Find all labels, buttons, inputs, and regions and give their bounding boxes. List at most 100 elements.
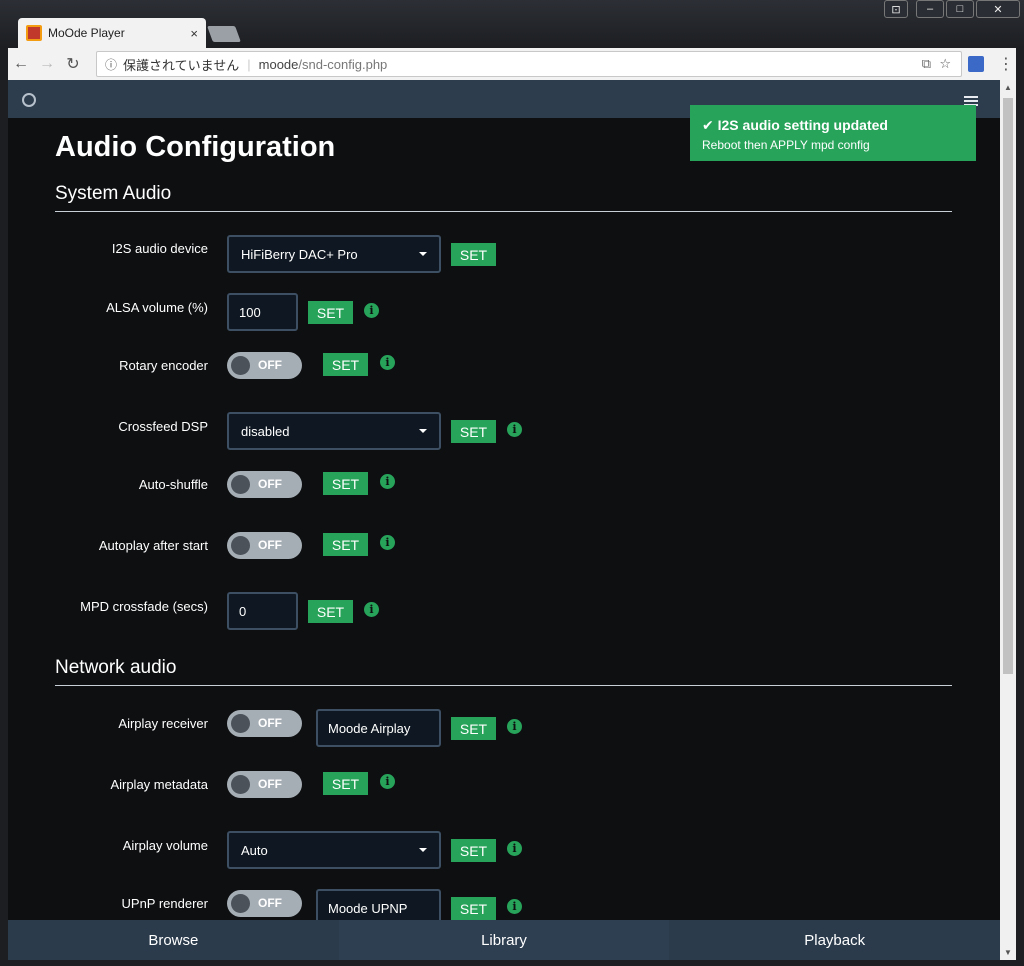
window-border-left [0, 48, 8, 966]
alsa-volume-input[interactable]: 100 [227, 293, 298, 331]
autoplay-label: Autoplay after start [98, 538, 208, 553]
toggle-state: OFF [258, 538, 282, 552]
info-icon[interactable]: i [380, 774, 395, 789]
i2s-device-select[interactable]: HiFiBerry DAC+ Pro [227, 235, 441, 273]
notification-message: Reboot then APPLY mpd config [702, 138, 870, 152]
forward-arrow-icon[interactable]: → [34, 55, 60, 73]
shuffle-toggle[interactable]: OFF [227, 471, 302, 498]
info-icon[interactable]: i [507, 719, 522, 734]
toggle-state: OFF [258, 896, 282, 910]
nav-browse[interactable]: Browse [8, 920, 339, 960]
set-crossfade-button[interactable]: SET [308, 600, 353, 623]
section-network-audio: Network audio [55, 657, 952, 686]
favicon-icon [26, 25, 42, 41]
set-airplay-button[interactable]: SET [451, 717, 496, 740]
i2s-device-value: HiFiBerry DAC+ Pro [241, 246, 358, 262]
close-window-icon[interactable]: ✕ [976, 0, 1020, 18]
rotary-label: Rotary encoder [119, 358, 208, 373]
crossfeed-label: Crossfeed DSP [118, 419, 208, 434]
bottom-nav: Browse Library Playback [8, 920, 1001, 960]
minimize-icon[interactable]: – [916, 0, 944, 18]
toggle-knob [231, 536, 250, 555]
browser-tab[interactable]: MoOde Player × [18, 18, 206, 48]
set-autoplay-button[interactable]: SET [323, 533, 368, 556]
toggle-state: OFF [258, 777, 282, 791]
notification-toast[interactable]: ✔ I2S audio setting updated Reboot then … [690, 105, 976, 161]
bookmark-star-icon[interactable]: ☆ [939, 56, 951, 72]
info-icon[interactable]: i [507, 841, 522, 856]
set-airplay-vol-button[interactable]: SET [451, 839, 496, 862]
set-alsa-button[interactable]: SET [308, 301, 353, 324]
page-viewport: ✔ I2S audio setting updated Reboot then … [8, 80, 1016, 960]
caret-down-icon [419, 848, 427, 852]
set-upnp-button[interactable]: SET [451, 897, 496, 920]
airplay-toggle[interactable]: OFF [227, 710, 302, 737]
set-rotary-button[interactable]: SET [323, 353, 368, 376]
airplay-volume-value: Auto [241, 842, 268, 858]
address-path: /snd-config.php [298, 56, 388, 72]
info-icon[interactable]: i [380, 355, 395, 370]
browser-menu-icon[interactable]: ⋮ [998, 54, 1014, 74]
crossfade-input[interactable]: 0 [227, 592, 298, 630]
scroll-thumb[interactable] [1003, 98, 1013, 674]
rotary-toggle[interactable]: OFF [227, 352, 302, 379]
info-icon[interactable]: i [364, 303, 379, 318]
upnp-label: UPnP renderer [121, 896, 208, 911]
airplay-meta-toggle[interactable]: OFF [227, 771, 302, 798]
set-airplay-meta-button[interactable]: SET [323, 772, 368, 795]
tab-close-icon[interactable]: × [190, 26, 198, 41]
toggle-state: OFF [258, 477, 282, 491]
nav-library[interactable]: Library [338, 920, 670, 960]
new-tab-button[interactable] [207, 26, 241, 42]
info-icon[interactable]: i [507, 899, 522, 914]
toggle-state: OFF [258, 358, 282, 372]
toggle-knob [231, 356, 250, 375]
info-icon[interactable]: i [380, 474, 395, 489]
window-border-right [1016, 48, 1024, 966]
browser-toolbar: ← → ↻ ⓘ 保護されていません | moode/snd-config.php… [8, 48, 1016, 80]
airplay-vol-label: Airplay volume [122, 838, 208, 853]
set-crossfeed-button[interactable]: SET [451, 420, 496, 443]
toggle-knob [231, 475, 250, 494]
airplay-name-input[interactable]: Moode Airplay [316, 709, 441, 747]
nav-playback[interactable]: Playback [669, 920, 1001, 960]
page-title: Audio Configuration [55, 131, 336, 163]
security-status: 保護されていません [123, 57, 240, 73]
browser-titlebar: MoOde Player × ⊡ – □ ✕ [0, 0, 1024, 48]
crossfeed-select[interactable]: disabled [227, 412, 441, 450]
window-border-bottom [0, 960, 1024, 966]
upnp-toggle[interactable]: OFF [227, 890, 302, 917]
shuffle-label: Auto-shuffle [138, 477, 208, 492]
toggle-knob [231, 775, 250, 794]
set-shuffle-button[interactable]: SET [323, 472, 368, 495]
reload-icon[interactable]: ↻ [60, 54, 86, 74]
scroll-down-icon[interactable]: ▼ [1004, 948, 1012, 957]
address-bar[interactable]: ⓘ 保護されていません | moode/snd-config.php ⧉ ☆ [96, 51, 962, 77]
scroll-up-icon[interactable]: ▲ [1004, 83, 1012, 92]
toggle-knob [231, 714, 250, 733]
section-system-audio: System Audio [55, 183, 952, 212]
crossfade-label: MPD crossfade (secs) [80, 599, 208, 614]
address-separator: | [247, 56, 251, 72]
clock-icon[interactable] [22, 93, 36, 107]
extension-icon[interactable] [968, 56, 984, 72]
info-icon[interactable]: ⓘ [105, 56, 117, 73]
user-icon[interactable]: ⊡ [884, 0, 908, 18]
toggle-state: OFF [258, 716, 282, 730]
info-icon[interactable]: i [380, 535, 395, 550]
autoplay-toggle[interactable]: OFF [227, 532, 302, 559]
set-i2s-button[interactable]: SET [451, 243, 496, 266]
vertical-scrollbar[interactable]: ▲ ▼ [1000, 80, 1016, 960]
back-arrow-icon[interactable]: ← [8, 55, 34, 73]
address-host: moode [258, 56, 299, 72]
airplay-volume-select[interactable]: Auto [227, 831, 441, 869]
crossfeed-value: disabled [241, 423, 290, 439]
info-icon[interactable]: i [364, 602, 379, 617]
info-icon[interactable]: i [507, 422, 522, 437]
toggle-knob [231, 894, 250, 913]
maximize-icon[interactable]: □ [946, 0, 974, 18]
caret-down-icon [419, 252, 427, 256]
airplay-label: Airplay receiver [118, 716, 208, 731]
translate-icon[interactable]: ⧉ [922, 56, 931, 72]
caret-down-icon [419, 429, 427, 433]
